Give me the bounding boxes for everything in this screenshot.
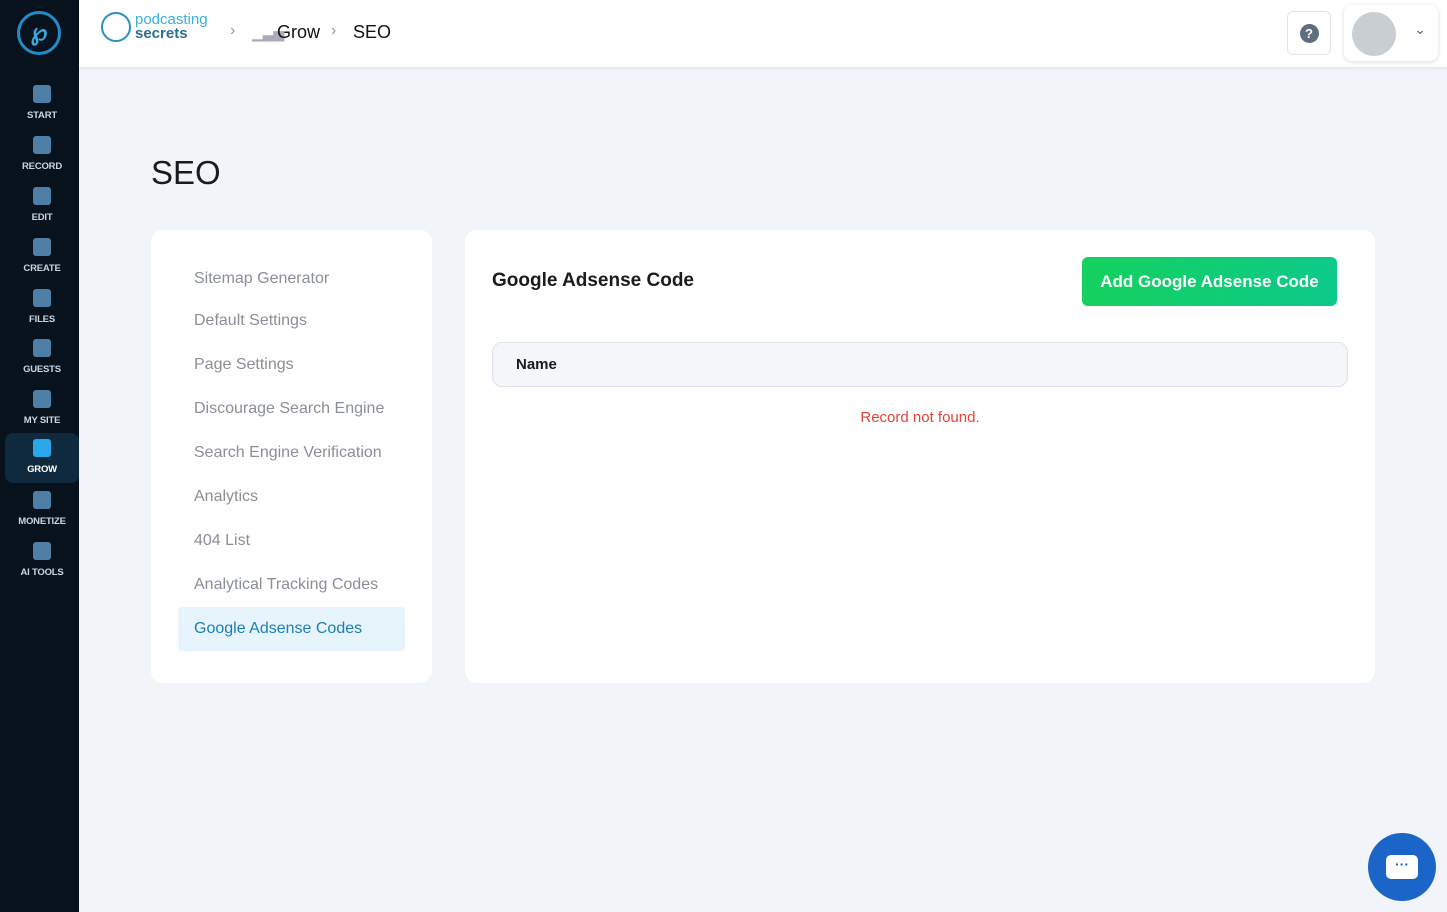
nav-create[interactable]: CREATE [5, 232, 79, 282]
avatar [1352, 12, 1396, 56]
nav-guests[interactable]: GUESTS [5, 333, 79, 383]
nav-start[interactable]: START [5, 79, 79, 129]
top-bar: podcasting secrets › ▁▃▅ Grow › SEO ? ⌄ [79, 0, 1447, 67]
breadcrumb-grow[interactable]: Grow [277, 22, 320, 43]
breadcrumb-separator: › [230, 22, 236, 39]
breadcrumb-separator: › [331, 22, 337, 39]
page-title: SEO [151, 154, 221, 191]
adsense-panel: Google Adsense Code Add Google Adsense C… [465, 230, 1375, 683]
menu-default-settings[interactable]: Default Settings [178, 299, 405, 343]
wallet-icon [33, 491, 51, 509]
folder-icon [33, 289, 51, 307]
nav-record[interactable]: RECORD [5, 130, 79, 180]
create-icon [33, 238, 51, 256]
nav-my-site[interactable]: MY SITE [5, 384, 79, 434]
browser-icon [33, 390, 51, 408]
ai-tools-icon [33, 542, 51, 560]
app-logo[interactable]: ℘ [17, 11, 61, 55]
menu-google-adsense-codes[interactable]: Google Adsense Codes [178, 607, 405, 651]
seo-menu: Sitemap Generator Default Settings Page … [151, 230, 432, 683]
breadcrumb-seo: SEO [353, 22, 392, 42]
brand-bottom: secrets [135, 25, 188, 42]
add-google-adsense-code-button[interactable]: Add Google Adsense Code [1082, 257, 1337, 306]
help-icon: ? [1299, 23, 1319, 43]
chat-button[interactable]: ··· [1368, 833, 1436, 901]
menu-404-list[interactable]: 404 List [178, 519, 405, 563]
brand-logo[interactable]: podcasting secrets [101, 12, 208, 42]
panel-title: Google Adsense Code [492, 270, 694, 291]
user-menu[interactable]: ⌄ [1344, 5, 1438, 61]
help-button[interactable]: ? [1287, 11, 1331, 55]
start-icon [33, 85, 51, 103]
microphone-icon [33, 136, 51, 154]
nav-files[interactable]: FILES [5, 283, 79, 333]
menu-search-engine-verification[interactable]: Search Engine Verification [178, 431, 405, 475]
nav-edit[interactable]: EDIT [5, 181, 79, 231]
nav-ai-tools[interactable]: AI TOOLS [5, 536, 79, 586]
chevron-down-icon: ⌄ [1414, 21, 1426, 37]
brand-mic-icon [101, 12, 131, 42]
nav-grow[interactable]: GROW [5, 433, 79, 483]
guests-icon [33, 339, 51, 357]
chat-icon: ··· [1386, 855, 1418, 879]
menu-sitemap-generator[interactable]: Sitemap Generator [178, 257, 405, 301]
scissors-icon [33, 187, 51, 205]
table-header-name: Name [492, 342, 1348, 387]
menu-analytics[interactable]: Analytics [178, 475, 405, 519]
sidebar: ℘ START RECORD EDIT CREATE FILES GUESTS … [0, 0, 79, 912]
bar-chart-icon [33, 439, 51, 457]
nav-monetize[interactable]: MONETIZE [5, 485, 79, 535]
menu-analytical-tracking-codes[interactable]: Analytical Tracking Codes [178, 563, 405, 607]
menu-discourage-search-engine[interactable]: Discourage Search Engine [178, 387, 405, 431]
menu-page-settings[interactable]: Page Settings [178, 343, 405, 387]
empty-message: Record not found. [860, 409, 980, 426]
